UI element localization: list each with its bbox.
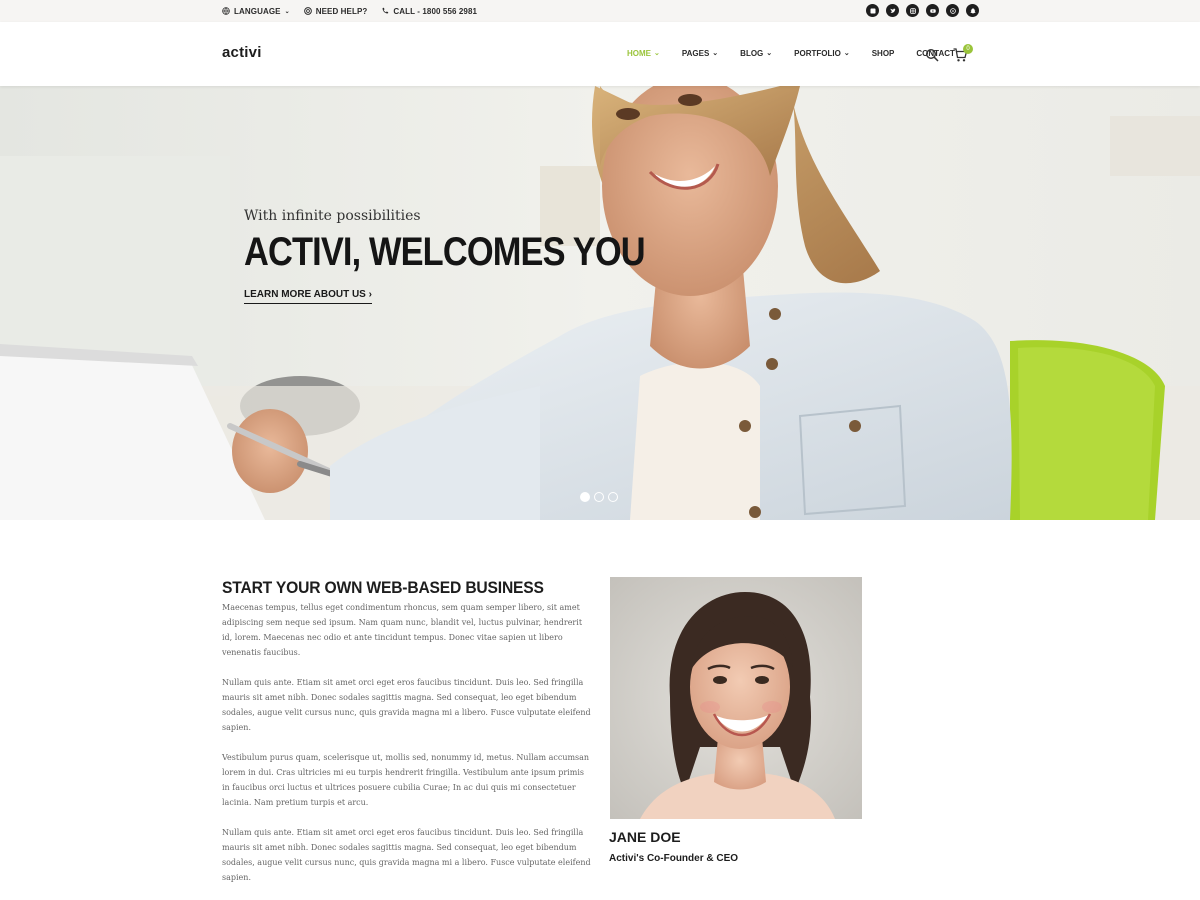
search-icon[interactable] [925, 48, 939, 62]
instagram-icon[interactable] [906, 4, 919, 17]
phone-icon [382, 7, 389, 14]
chevron-down-icon: ⌄ [766, 50, 773, 57]
call-info: CALL - 1800 556 2981 [381, 7, 477, 16]
slider-dot-1[interactable] [580, 492, 590, 502]
top-bar: LANGUAGE ⌄ NEED HELP? CALL - 1800 556 29… [0, 0, 1200, 22]
paragraph: Vestibulum purus quam, scelerisque ut, m… [222, 753, 590, 807]
learn-more-link[interactable]: LEARN MORE ABOUT US › [244, 289, 372, 304]
slider-pagination [580, 492, 618, 502]
call-label: CALL - 1800 556 2981 [393, 6, 478, 16]
nav-item-portfolio[interactable]: PORTFOLIO ⌄ [794, 49, 850, 58]
site-header: activi HOME ⌄ PAGES ⌄ BLOG ⌄ PORTFOLIO ⌄… [0, 22, 1200, 86]
slider-dot-3[interactable] [608, 492, 618, 502]
nav-item-home[interactable]: HOME ⌄ [627, 49, 660, 58]
snapchat-icon[interactable] [966, 4, 979, 17]
nav-item-pages[interactable]: PAGES ⌄ [682, 49, 718, 58]
profile-name: JANE DOE [609, 829, 681, 845]
globe-icon [222, 7, 230, 15]
hero-subtitle: With infinite possibilities [244, 208, 421, 224]
about-section: START YOUR OWN WEB-BASED BUSINESS Maecen… [222, 578, 592, 885]
facebook-icon[interactable] [866, 4, 879, 17]
nav-item-label: BLOG [740, 49, 764, 58]
hero-title: ACTIVI, WELCOMES YOU [244, 230, 646, 274]
hero-caption: With infinite possibilities ACTIVI, WELC… [244, 208, 710, 304]
nav-item-label: SHOP [871, 49, 895, 58]
site-logo[interactable]: activi [222, 44, 262, 61]
language-label: LANGUAGE [234, 6, 281, 16]
help-link[interactable]: NEED HELP? [303, 6, 368, 16]
hero-slider: With infinite possibilities ACTIVI, WELC… [0, 86, 1200, 520]
dribbble-icon[interactable] [946, 4, 959, 17]
nav-item-label: PAGES [681, 49, 710, 58]
nav-item-label: HOME [627, 49, 651, 58]
chevron-down-icon: ⌄ [843, 50, 850, 57]
section-title: START YOUR OWN WEB-BASED BUSINESS [222, 578, 544, 597]
profile-role: Activi's Co-Founder & CEO [609, 853, 739, 864]
language-selector[interactable]: LANGUAGE ⌄ [222, 7, 290, 16]
paragraph: Maecenas tempus, tellus eget condimentum… [222, 603, 583, 657]
paragraph: Nullam quis ante. Etiam sit amet orci eg… [222, 828, 591, 882]
help-label: NEED HELP? [315, 6, 368, 16]
twitter-icon[interactable] [886, 4, 899, 17]
nav-item-label: PORTFOLIO [794, 49, 841, 58]
slider-dot-2[interactable] [594, 492, 604, 502]
chevron-down-icon: ⌄ [284, 8, 290, 15]
lifebuoy-icon [303, 7, 312, 15]
chevron-down-icon: ⌄ [654, 50, 660, 57]
top-bar-links: LANGUAGE ⌄ NEED HELP? CALL - 1800 556 29… [222, 0, 477, 22]
paragraph: Nullam quis ante. Etiam sit amet orci eg… [222, 678, 591, 732]
cart-count-badge: 0 [963, 44, 973, 54]
chevron-down-icon: ⌄ [712, 50, 719, 57]
nav-item-blog[interactable]: BLOG ⌄ [740, 49, 772, 58]
social-links [866, 4, 979, 17]
profile-photo [610, 577, 862, 819]
youtube-icon[interactable] [926, 4, 939, 17]
nav-item-shop[interactable]: SHOP [872, 49, 895, 58]
